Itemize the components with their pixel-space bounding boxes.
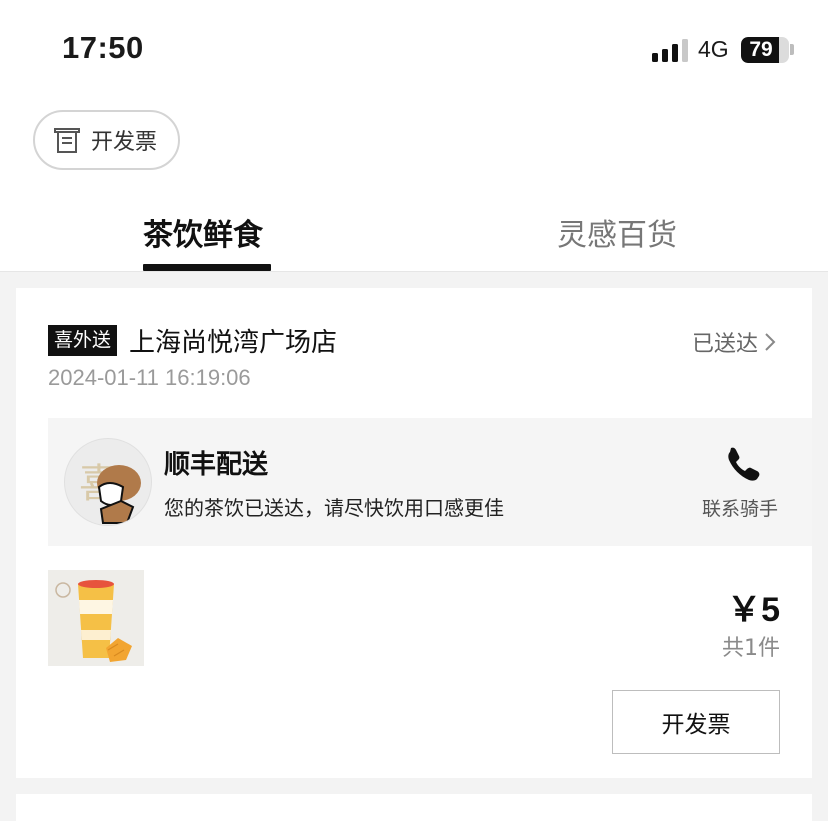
status-time: 17:50 bbox=[62, 30, 144, 65]
mango-drink-image bbox=[48, 570, 144, 666]
tab-lifestyle-goods[interactable]: 灵感百货 bbox=[557, 210, 677, 254]
battery-icon: 79 bbox=[741, 37, 789, 63]
courier-panel: 喜 顺丰配送 您的茶饮已送达，请尽快饮用口感更佳 联系骑手 bbox=[48, 418, 812, 546]
next-order-card[interactable] bbox=[16, 794, 812, 821]
header-area: 17:50 4G 79 开发票 茶饮鲜食 灵感百货 bbox=[0, 0, 828, 272]
order-quantity: 共1件 bbox=[722, 636, 780, 661]
store-name: 上海尚悦湾广场店 bbox=[129, 328, 338, 358]
order-card[interactable]: 喜外送 上海尚悦湾广场店 已送达 2024-01-11 16:19:06 喜 顺… bbox=[16, 288, 812, 778]
signal-icon bbox=[652, 38, 690, 62]
invoice-pill-button[interactable]: 开发票 bbox=[33, 110, 180, 170]
delivery-badge: 喜外送 bbox=[48, 325, 118, 356]
order-price: ￥5 bbox=[727, 591, 780, 629]
order-status[interactable]: 已送达 bbox=[692, 326, 776, 358]
phone-icon[interactable] bbox=[722, 444, 760, 482]
order-datetime: 2024-01-11 16:19:06 bbox=[48, 365, 251, 390]
tab-tea-food[interactable]: 茶饮鲜食 bbox=[143, 210, 263, 254]
contact-rider-label[interactable]: 联系骑手 bbox=[702, 494, 778, 521]
network-type: 4G bbox=[698, 36, 729, 62]
battery-percent: 79 bbox=[749, 38, 773, 61]
active-tab-indicator bbox=[143, 264, 271, 271]
invoice-pill-label: 开发票 bbox=[91, 130, 158, 155]
courier-service: 顺丰配送 bbox=[164, 450, 269, 480]
courier-message: 您的茶饮已送达，请尽快饮用口感更佳 bbox=[164, 496, 504, 520]
chevron-right-icon bbox=[765, 333, 776, 351]
battery-tip bbox=[790, 44, 794, 55]
order-status-label: 已送达 bbox=[691, 332, 758, 357]
invoice-icon bbox=[54, 128, 80, 153]
invoice-button[interactable]: 开发票 bbox=[612, 690, 780, 754]
courier-avatar-icon: 喜 bbox=[64, 438, 152, 526]
